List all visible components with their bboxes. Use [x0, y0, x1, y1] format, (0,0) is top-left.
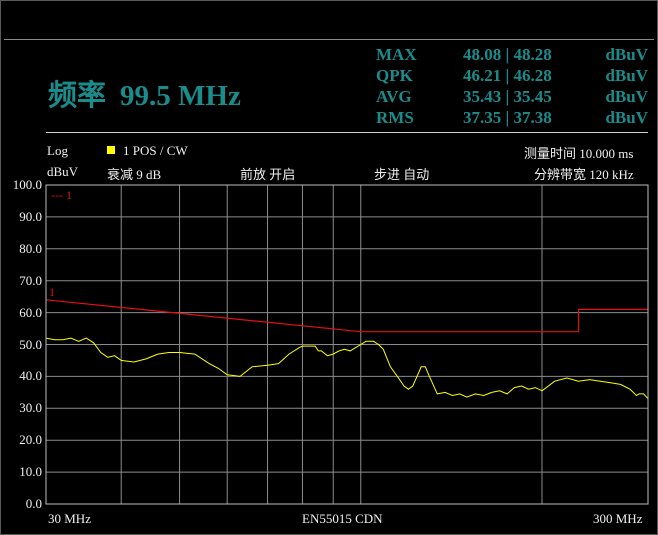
- measurement-trace: [45, 337, 649, 400]
- limit-line: [45, 299, 648, 333]
- spectrum-chart: 1 --- 1: [45, 184, 649, 505]
- limit-line-marker: 1: [49, 285, 55, 299]
- limit-legend: --- 1: [51, 188, 72, 202]
